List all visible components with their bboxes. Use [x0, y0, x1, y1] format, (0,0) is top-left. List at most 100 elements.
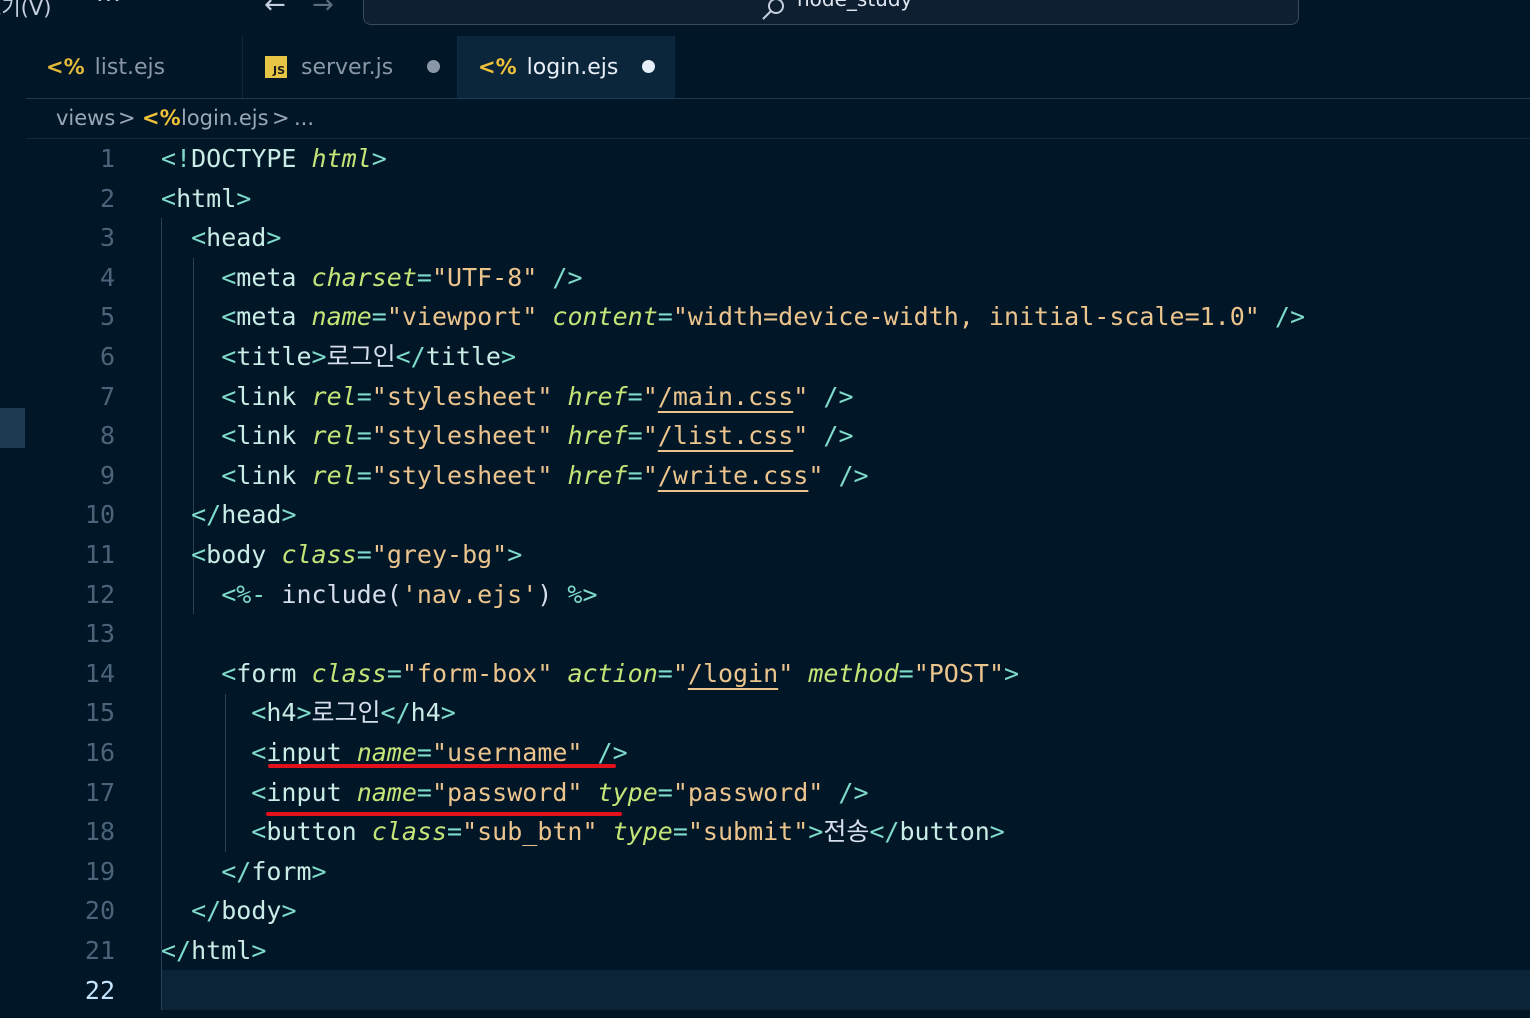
code-token: </ [395, 342, 426, 371]
breadcrumb-folder[interactable]: views [56, 106, 115, 130]
code-line[interactable]: 5 <meta name="viewport" content="width=d… [26, 297, 1530, 337]
code-line[interactable]: 14 <form class="form-box" action="/login… [26, 654, 1530, 694]
code-token: " [793, 381, 809, 411]
code-token: "POST" [913, 658, 1005, 688]
code-token: class [371, 817, 447, 847]
code-line[interactable]: 6 <title>로그인</title> [26, 337, 1530, 377]
code-editor[interactable]: 1 <!DOCTYPE html> 2 <html> 3 <head> 4 <meta c… [26, 139, 1530, 1018]
code-token: > [371, 144, 387, 173]
code-token: name [356, 738, 417, 767]
code-line[interactable]: 11 <body class="grey-bg"> [26, 535, 1530, 575]
line-number: 7 [99, 381, 115, 411]
code-line[interactable]: 2 <html> [26, 179, 1530, 219]
menu-view[interactable]: 보기(V) [0, 0, 51, 22]
search-icon [762, 0, 784, 20]
line-number: 8 [99, 421, 115, 451]
code-line[interactable]: 15 <h4>로그인</h4> [26, 693, 1530, 733]
line-number: 22 [84, 975, 115, 1005]
code-line[interactable]: 18 <button class="sub_btn" type="submit"… [26, 812, 1530, 852]
code-line[interactable]: 22 [26, 971, 1530, 1011]
code-token: h4 [410, 698, 441, 728]
code-text: <form class="form-box" action="/login" m… [161, 654, 1019, 694]
code-line[interactable]: 9 <link rel="stylesheet" href="/write.cs… [26, 456, 1530, 496]
code-token: name [311, 302, 372, 332]
code-token[interactable]: /list.css [658, 421, 793, 450]
code-token: </ [380, 698, 411, 728]
code-token: "form-box" [401, 658, 553, 688]
code-token: = [371, 302, 387, 332]
code-line[interactable]: 13 [26, 614, 1530, 654]
code-token: = [898, 658, 914, 688]
code-text: <h4>로그인</h4> [161, 693, 456, 733]
breadcrumb-symbols[interactable]: ... [294, 106, 314, 130]
code-token: href [567, 460, 628, 490]
code-token: " [793, 421, 809, 451]
code-line[interactable]: 20 </body> [26, 891, 1530, 931]
code-line[interactable]: 7 <link rel="stylesheet" href="/main.css… [26, 377, 1530, 417]
code-line[interactable]: 17 <input name="password" type="password… [26, 773, 1530, 813]
unsaved-dot-icon[interactable] [642, 60, 655, 73]
more-menu-button[interactable]: ··· [96, 0, 122, 14]
code-token: > [281, 500, 297, 530]
code-token: "viewport" [386, 302, 538, 332]
tab-server-js[interactable]: JS server.js [243, 36, 458, 98]
code-token: > [266, 223, 282, 253]
back-arrow-icon[interactable]: ← [264, 0, 286, 20]
code-text: <button class="sub_btn" type="submit">전송… [161, 812, 1005, 852]
code-token: "password" [672, 777, 824, 807]
breadcrumb-file[interactable]: login.ejs [181, 106, 269, 130]
code-token: /> [552, 262, 583, 292]
forward-arrow-icon[interactable]: → [312, 0, 334, 20]
code-token: > [440, 698, 456, 728]
code-line[interactable]: 3 <head> [26, 218, 1530, 258]
code-text: <title>로그인</title> [161, 337, 516, 377]
code-line[interactable]: 1 <!DOCTYPE html> [26, 139, 1530, 179]
chevron-right-icon: > [118, 106, 136, 130]
code-token: rel [311, 421, 357, 451]
code-line[interactable]: 16 <input name="username" /> [26, 733, 1530, 773]
tab-list-ejs[interactable]: <% list.ejs [26, 36, 243, 98]
unsaved-dot-icon[interactable] [427, 60, 440, 73]
code-token: = [356, 381, 372, 411]
code-token: </ [161, 896, 222, 926]
code-text: <head> [161, 218, 281, 258]
code-token: html [191, 936, 252, 965]
code-token: < [161, 817, 267, 847]
code-token: /> [838, 777, 869, 807]
code-token: = [416, 777, 432, 807]
code-token: button [266, 817, 357, 847]
code-token: = [657, 302, 673, 332]
code-token: "stylesheet" [371, 421, 553, 451]
code-line[interactable]: 10 </head> [26, 495, 1530, 535]
code-token[interactable]: /login [688, 659, 778, 688]
code-token: 로그인 [326, 342, 396, 371]
code-token: 로그인 [311, 698, 381, 728]
command-center-search[interactable]: node_study [363, 0, 1299, 25]
code-line[interactable]: 12 <%- include('nav.ejs') %> [26, 575, 1530, 615]
code-token[interactable]: /main.css [658, 382, 793, 411]
code-token: </ [161, 500, 222, 530]
code-line[interactable]: 21 </html> [26, 931, 1530, 971]
tab-login-ejs[interactable]: <% login.ejs [458, 36, 675, 98]
code-line[interactable]: 4 <meta charset="UTF-8" /> [26, 258, 1530, 298]
code-token: "sub_btn" [462, 817, 598, 847]
ejs-file-icon: <% [142, 106, 181, 130]
code-token: href [567, 381, 628, 411]
code-token: > [808, 817, 824, 847]
code-token: "grey-bg" [371, 540, 508, 569]
line-number: 9 [99, 460, 115, 490]
code-token[interactable]: /write.css [658, 461, 809, 490]
code-token: > [989, 817, 1005, 847]
code-token: title [236, 342, 312, 371]
code-line[interactable]: 19 </form> [26, 852, 1530, 892]
code-line[interactable]: 8 <link rel="stylesheet" href="/list.css… [26, 416, 1530, 456]
